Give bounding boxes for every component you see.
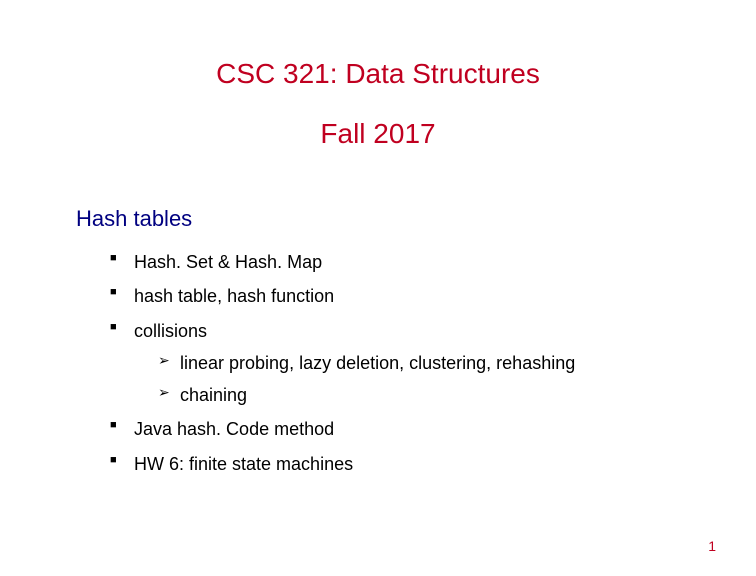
section-heading: Hash tables bbox=[76, 206, 686, 232]
slide-container: CSC 321: Data Structures Fall 2017 Hash … bbox=[0, 0, 756, 576]
slide-subtitle: Fall 2017 bbox=[70, 118, 686, 150]
sublist-item: chaining bbox=[158, 383, 686, 407]
list-item-text: collisions bbox=[134, 321, 207, 341]
list-item: Hash. Set & Hash. Map bbox=[110, 250, 686, 274]
page-number: 1 bbox=[708, 538, 716, 554]
list-item: collisions linear probing, lazy deletion… bbox=[110, 319, 686, 408]
list-item: Java hash. Code method bbox=[110, 417, 686, 441]
list-item: hash table, hash function bbox=[110, 284, 686, 308]
bullet-list: Hash. Set & Hash. Map hash table, hash f… bbox=[70, 250, 686, 476]
slide-title: CSC 321: Data Structures bbox=[70, 58, 686, 90]
sublist-item: linear probing, lazy deletion, clusterin… bbox=[158, 351, 686, 375]
sublist: linear probing, lazy deletion, clusterin… bbox=[134, 351, 686, 408]
list-item: HW 6: finite state machines bbox=[110, 452, 686, 476]
